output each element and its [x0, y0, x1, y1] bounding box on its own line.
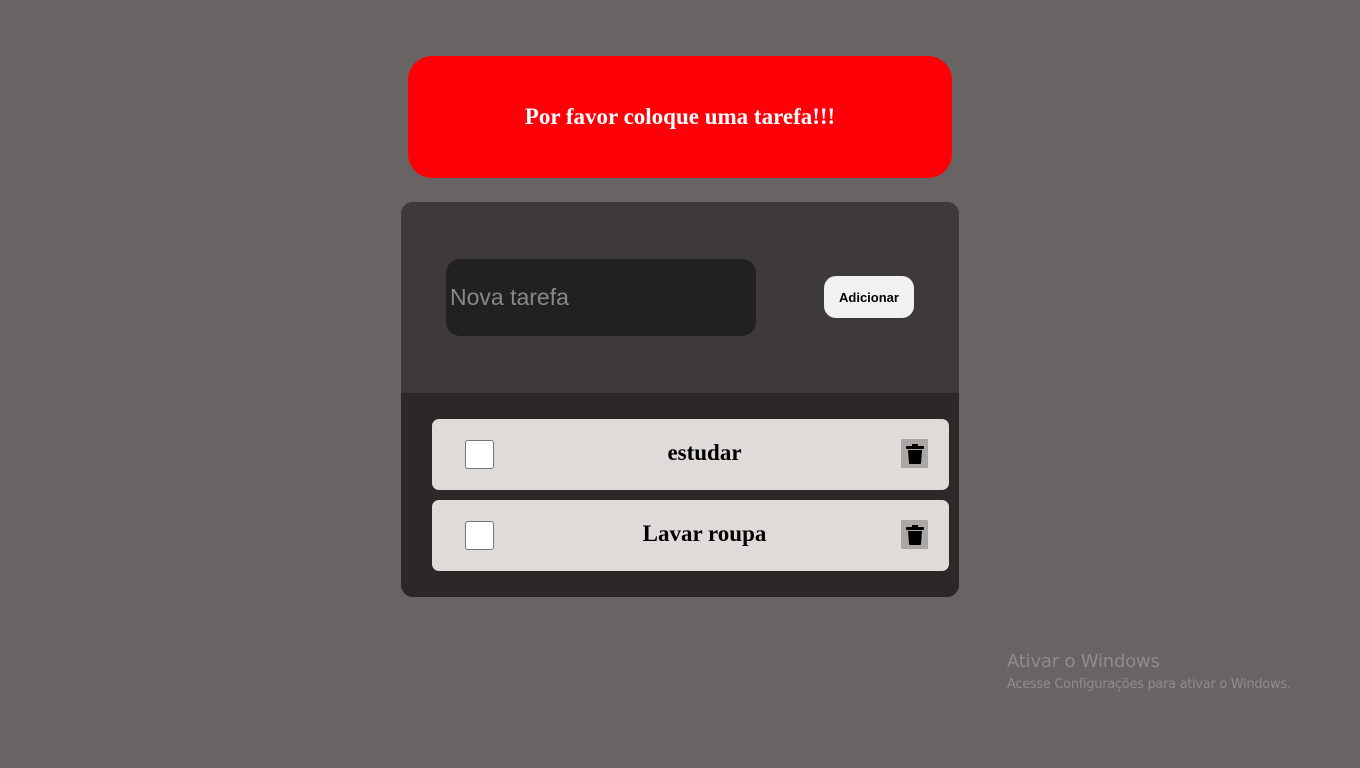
watermark-title: Ativar o Windows	[1007, 651, 1160, 672]
watermark-subtitle: Acesse Configurações para ativar o Windo…	[1007, 677, 1291, 692]
alert-message: Por favor coloque uma tarefa!!!	[524, 104, 836, 129]
delete-task-button[interactable]	[901, 439, 928, 468]
alert-banner: Por favor coloque uma tarefa!!!	[408, 56, 952, 178]
task-item: estudar	[432, 419, 949, 490]
task-checkbox[interactable]	[465, 521, 494, 550]
task-label: estudar	[667, 440, 742, 465]
todo-app: Adicionar estudar Lavar roupa	[401, 202, 959, 597]
new-task-input[interactable]	[446, 259, 756, 336]
trash-icon	[905, 443, 924, 464]
task-label: Lavar roupa	[642, 521, 767, 546]
delete-task-button[interactable]	[901, 520, 928, 549]
trash-icon	[905, 524, 924, 545]
windows-activation-watermark: Ativar o Windows Acesse Configurações pa…	[1007, 650, 1291, 696]
add-task-button[interactable]: Adicionar	[824, 276, 914, 318]
task-list: estudar Lavar roupa	[401, 393, 959, 597]
task-item: Lavar roupa	[432, 500, 949, 571]
task-checkbox[interactable]	[465, 440, 494, 469]
new-task-form: Adicionar	[401, 202, 959, 393]
